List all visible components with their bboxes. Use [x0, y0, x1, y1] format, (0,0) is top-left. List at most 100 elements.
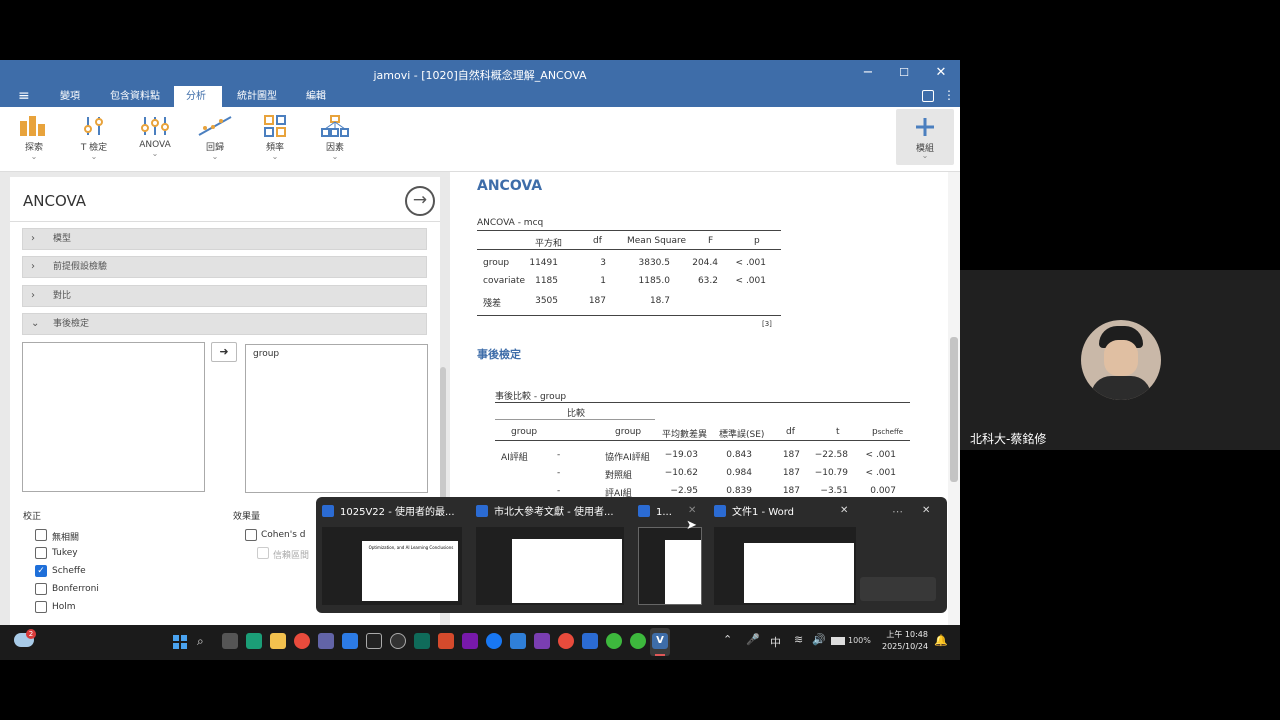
- menu-data[interactable]: 包含資料點: [98, 86, 172, 107]
- close-preview-icon[interactable]: ✕: [840, 505, 848, 516]
- section-posthoc[interactable]: ⌄ 事後檢定: [22, 313, 427, 335]
- close-button[interactable]: ✕: [926, 63, 956, 83]
- ribbon-modules-button[interactable]: 模組 ⌄: [896, 109, 954, 165]
- jamovi-icon: V: [652, 633, 668, 649]
- chevron-right-icon: ›: [31, 233, 35, 244]
- maximize-button[interactable]: ☐: [889, 63, 919, 83]
- chrome-icon[interactable]: [558, 633, 574, 649]
- bar-chart-icon: [20, 116, 45, 136]
- volume-icon[interactable]: 🔊: [812, 633, 826, 646]
- list-item[interactable]: group: [253, 349, 279, 359]
- posthoc-heading: 事後檢定: [477, 348, 521, 361]
- title-bar: jamovi - [1020]自然科概念理解_ANCOVA − ☐ ✕: [0, 60, 960, 86]
- results-heading: ANCOVA: [477, 178, 543, 194]
- app-icon[interactable]: [366, 633, 382, 649]
- arrow-right-circle-icon[interactable]: →: [405, 186, 435, 216]
- search-icon[interactable]: ⌕: [197, 634, 204, 649]
- window-preview-3[interactable]: [638, 527, 702, 605]
- chevron-up-icon[interactable]: ⌃: [723, 633, 732, 646]
- frequencies-icon: [264, 115, 286, 137]
- effect-size-label: 效果量: [233, 512, 261, 522]
- close-preview-icon[interactable]: ✕: [688, 505, 696, 516]
- window-preview-2[interactable]: [476, 527, 624, 605]
- ribbon-toolbar: 探索 ⌄ T 檢定 ⌄ ANOVA ⌄ 回歸 ⌄ 頻率 ⌄ 因素 ⌄ 模組 ⌄: [0, 107, 960, 172]
- ribbon-anova-button[interactable]: ANOVA ⌄: [131, 115, 179, 158]
- wifi-icon[interactable]: ≋: [794, 633, 803, 646]
- line-icon[interactable]: [630, 633, 646, 649]
- settings-icon[interactable]: [390, 633, 406, 649]
- footnote: [3]: [762, 320, 772, 328]
- chrome-icon[interactable]: [294, 633, 310, 649]
- section-model[interactable]: › 模型: [22, 228, 427, 250]
- ribbon-ttest-button[interactable]: T 檢定 ⌄: [70, 115, 118, 161]
- hamburger-menu-icon[interactable]: ≡: [6, 86, 42, 107]
- ribbon-regression-button[interactable]: 回歸 ⌄: [191, 115, 239, 161]
- edge-icon[interactable]: [246, 633, 262, 649]
- ime-indicator[interactable]: 中: [770, 634, 781, 650]
- chevron-right-icon: ›: [31, 290, 35, 301]
- line-icon[interactable]: [606, 633, 622, 649]
- more-icon[interactable]: ⋯: [892, 505, 903, 518]
- anova-icon: [141, 117, 169, 135]
- app-icon[interactable]: [438, 633, 454, 649]
- checkbox-scheffe[interactable]: ✓: [35, 565, 47, 577]
- webcam-tile: 北科大-蔡銘修: [960, 270, 1280, 450]
- teams-icon[interactable]: [318, 633, 334, 649]
- ribbon-factor-button[interactable]: 因素 ⌄: [311, 115, 359, 161]
- file-explorer-icon[interactable]: [270, 633, 286, 649]
- selected-variables-list[interactable]: group: [245, 344, 428, 493]
- correction-label: 校正: [23, 512, 42, 522]
- ttest-icon: [84, 117, 103, 135]
- close-icon[interactable]: ✕: [922, 505, 930, 516]
- checkbox-none[interactable]: [35, 529, 47, 541]
- menu-plots[interactable]: 統計圖型: [225, 86, 289, 107]
- ribbon-frequencies-button[interactable]: 頻率 ⌄: [251, 115, 299, 161]
- word-icon: [476, 505, 488, 517]
- checkbox-cohens-d[interactable]: [245, 529, 257, 541]
- move-arrow-button[interactable]: ➜: [211, 342, 237, 362]
- available-variables-list[interactable]: [22, 342, 205, 492]
- factor-icon: [321, 115, 349, 137]
- battery-icon[interactable]: [831, 637, 845, 645]
- microphone-icon[interactable]: 🎤: [746, 633, 760, 646]
- section-contrasts[interactable]: › 對比: [22, 285, 427, 307]
- onenote-icon[interactable]: [462, 633, 478, 649]
- participant-avatar: [1081, 320, 1161, 400]
- menu-edit[interactable]: 編輯: [294, 86, 338, 107]
- window-preview-1[interactable]: Optimization, and AI Learning Conclusion…: [322, 527, 462, 605]
- menu-variables[interactable]: 變項: [48, 86, 92, 107]
- store-icon[interactable]: [342, 633, 358, 649]
- taskbar-preview-popup: 1025V22 - 使用者的最... Optimization, and AI …: [316, 497, 947, 613]
- checkbox-tukey[interactable]: [35, 547, 47, 559]
- analysis-title: ANCOVA: [23, 192, 87, 210]
- window-preview-4[interactable]: [714, 527, 856, 605]
- checkbox-holm[interactable]: [35, 601, 47, 613]
- app-icon[interactable]: [414, 633, 430, 649]
- task-view-icon[interactable]: [222, 633, 238, 649]
- windows-start-icon[interactable]: [173, 635, 187, 649]
- jamovi-taskbar-button[interactable]: V: [650, 628, 670, 656]
- app-icon[interactable]: [510, 633, 526, 649]
- results-scrollbar[interactable]: [948, 172, 960, 625]
- more-options-icon[interactable]: ⋮: [943, 88, 955, 102]
- posthoc-table-caption: 事後比較 - group: [495, 392, 567, 402]
- section-assumptions[interactable]: › 前提假設檢驗: [22, 256, 427, 278]
- ribbon-exploration-button[interactable]: 探索 ⌄: [10, 115, 58, 161]
- panel-toggle-icon[interactable]: [922, 90, 934, 102]
- menu-analyses[interactable]: 分析: [174, 86, 222, 107]
- plus-icon: [916, 118, 934, 136]
- app-icon[interactable]: [534, 633, 550, 649]
- messenger-icon[interactable]: [486, 633, 502, 649]
- windows-taskbar: 2 ⌕ V ⌃ 🎤 中 ≋ 🔊 100% 上午 10:48 2025/10/24…: [0, 625, 960, 660]
- checkbox-confidence-interval[interactable]: [257, 547, 269, 559]
- minimize-button[interactable]: −: [853, 63, 883, 83]
- checkbox-bonferroni[interactable]: [35, 583, 47, 595]
- word-icon: [638, 505, 650, 517]
- clock-time[interactable]: 上午 10:48: [882, 629, 928, 640]
- notification-bell-icon[interactable]: 🔔: [934, 634, 948, 647]
- word-icon[interactable]: [582, 633, 598, 649]
- scrollbar-thumb[interactable]: [950, 337, 958, 482]
- menu-bar: ≡ 變項 包含資料點 分析 統計圖型 編輯 ⋮: [0, 86, 960, 107]
- clock-date[interactable]: 2025/10/24: [882, 642, 928, 651]
- word-icon: [322, 505, 334, 517]
